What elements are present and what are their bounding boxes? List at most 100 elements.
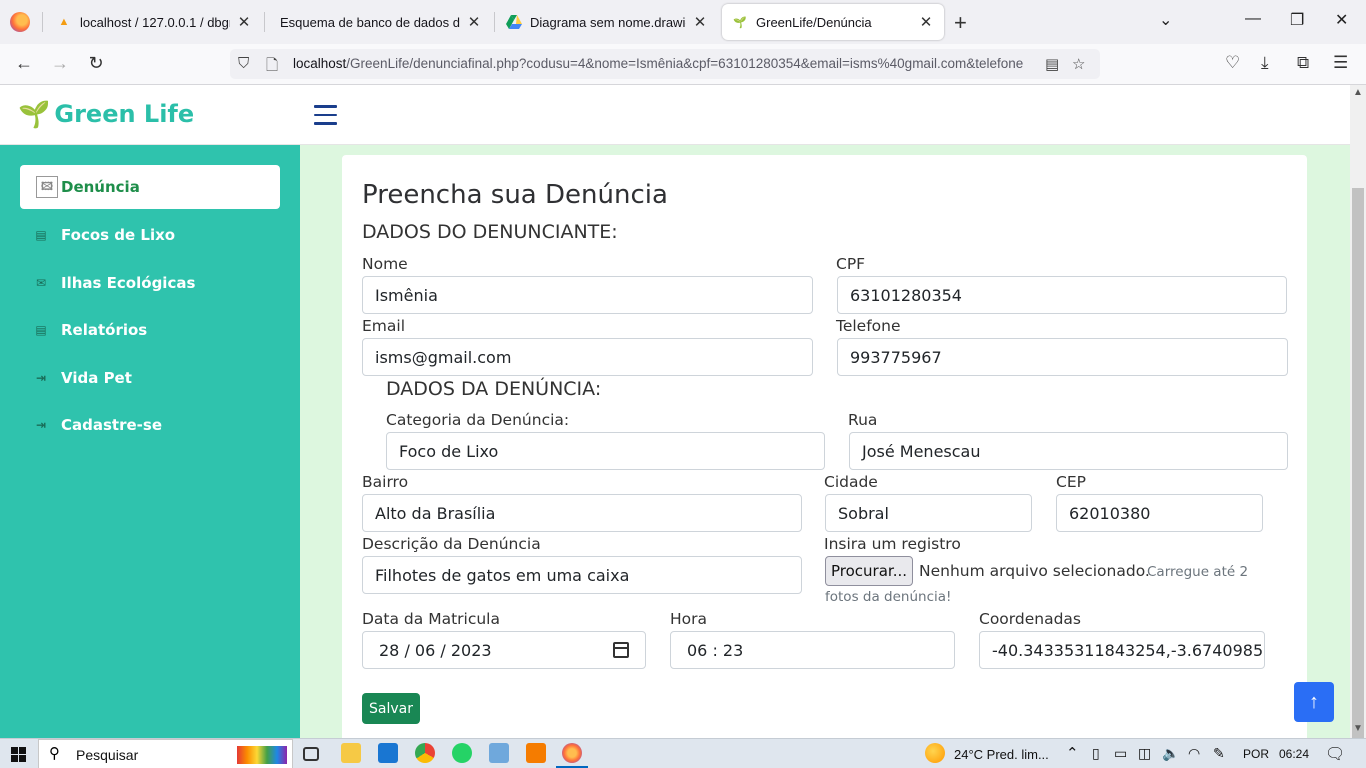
email-label: Email <box>362 317 406 335</box>
window-close-icon[interactable]: ✕ <box>1335 10 1348 30</box>
taskbar-search[interactable]: ⚲ Pesquisar <box>38 739 293 768</box>
close-tab-icon[interactable]: ✕ <box>236 13 252 31</box>
chrome-icon[interactable] <box>415 743 435 763</box>
minimize-icon[interactable]: — <box>1245 10 1261 28</box>
tab-title: localhost / 127.0.0.1 / dbgreenlife <box>80 14 230 30</box>
email-field[interactable]: isms@gmail.com <box>362 338 813 376</box>
sidebar-item-cadastre-se[interactable]: ⇥ Cadastre-se <box>20 403 280 447</box>
section-heading-denunciante: DADOS DO DENUNCIANTE: <box>362 221 618 243</box>
nome-label: Nome <box>362 255 408 273</box>
extensions-icon[interactable]: ⧉ <box>1297 53 1309 73</box>
cpf-field[interactable]: 63101280354 <box>837 276 1287 314</box>
task-view-icon[interactable] <box>303 747 319 761</box>
sidebar-item-focos-de-lixo[interactable]: ▤ Focos de Lixo <box>20 213 280 257</box>
time-field[interactable]: 06 : 23 <box>670 631 955 669</box>
brand-name: Green Life <box>54 100 195 128</box>
firefox-icon[interactable] <box>10 12 30 32</box>
language-indicator[interactable]: POR <box>1243 747 1269 761</box>
telefone-field[interactable]: 993775967 <box>837 338 1288 376</box>
list-icon: ▤ <box>35 228 47 242</box>
tab-title: Diagrama sem nome.drawio - Google Drive <box>530 14 686 30</box>
browser-tab-active[interactable]: 🌱 GreenLife/Denúncia ✕ <box>722 4 944 40</box>
forward-arrow-icon[interactable]: → <box>48 53 72 74</box>
notepad-icon[interactable] <box>489 743 509 763</box>
search-icon: ⚲ <box>49 745 60 762</box>
close-tab-icon[interactable]: ✕ <box>692 13 708 31</box>
file-explorer-icon[interactable] <box>341 743 361 763</box>
close-tab-icon[interactable]: ✕ <box>466 13 482 31</box>
speaker-icon[interactable]: 🔈 <box>1162 745 1179 762</box>
new-tab-icon[interactable]: + <box>954 10 967 36</box>
file-status-text: Nenhum arquivo selecionado. <box>919 562 1150 580</box>
url-bar[interactable]: ⛉ 🗋 localhost/GreenLife/denunciafinal.ph… <box>230 49 1100 79</box>
reload-icon[interactable]: ↻ <box>84 53 108 74</box>
sidebar-item-vida-pet[interactable]: ⇥ Vida Pet <box>20 356 280 400</box>
scroll-to-top-button[interactable]: ↑ <box>1294 682 1334 722</box>
page-scrollbar[interactable]: ▲ ▼ <box>1350 85 1366 748</box>
save-button[interactable]: Salvar <box>362 693 420 724</box>
bookmark-star-icon[interactable]: ☆ <box>1072 55 1085 73</box>
chevron-up-icon[interactable]: ⌃ <box>1066 744 1079 762</box>
brand[interactable]: 🌱 Green Life <box>18 99 194 129</box>
file-browse-button[interactable]: Procurar... <box>825 556 914 586</box>
mail-icon[interactable] <box>378 743 398 763</box>
clock[interactable]: 06:24 <box>1279 747 1309 761</box>
pocket-icon[interactable]: ♡ <box>1225 53 1240 73</box>
categoria-field[interactable]: Foco de Lixo <box>386 432 825 470</box>
sidebar-item-denuncia[interactable]: 🖾 Denúncia <box>20 165 280 209</box>
bairro-field[interactable]: Alto da Brasília <box>362 494 802 532</box>
scroll-up-icon[interactable]: ▲ <box>1353 87 1363 98</box>
pma-icon: ▲ <box>58 16 70 28</box>
pen-icon[interactable]: ✎ <box>1213 745 1225 762</box>
sidebar-item-ilhas-ecologicas[interactable]: ✉ Ilhas Ecológicas <box>20 261 280 305</box>
search-placeholder: Pesquisar <box>76 747 139 763</box>
menu-icon[interactable]: ☰ <box>1333 53 1348 73</box>
coordenadas-label: Coordenadas <box>979 610 1081 628</box>
browser-tab[interactable]: Diagrama sem nome.drawio - Google Drive … <box>496 4 718 40</box>
download-icon[interactable]: ⤓ <box>1261 53 1269 73</box>
descricao-field[interactable]: Filhotes de gatos em uma caixa <box>362 556 802 594</box>
sidebar-item-relatorios[interactable]: ▤ Relatórios <box>20 308 280 352</box>
firefox-taskbar-icon[interactable] <box>562 743 582 763</box>
tab-list-chevron-icon[interactable]: ⌄ <box>1159 10 1172 30</box>
wifi-icon[interactable]: ◠ <box>1188 745 1200 762</box>
sidebar-item-label: Cadastre-se <box>61 416 162 434</box>
network-icon[interactable]: ◫ <box>1138 745 1151 762</box>
scrollbar-thumb[interactable] <box>1352 188 1364 748</box>
page-viewport: 🌱 Green Life 🖾 Denúncia ▤ Focos de Lixo … <box>0 85 1350 738</box>
page-icon: 🗋 <box>266 57 279 74</box>
notifications-icon[interactable]: 🗨 <box>1325 744 1345 764</box>
close-tab-icon[interactable]: ✕ <box>918 13 934 31</box>
url-host: localhost <box>293 56 347 71</box>
reader-view-icon[interactable]: ▤ <box>1045 55 1059 73</box>
url-text[interactable]: localhost/GreenLife/denunciafinal.php?co… <box>293 56 1038 71</box>
phone-link-icon[interactable]: ▯ <box>1092 745 1100 762</box>
sprout-icon: 🌱 <box>733 16 747 29</box>
arrow-up-icon: ↑ <box>1309 690 1319 713</box>
cidade-field[interactable]: Sobral <box>825 494 1032 532</box>
back-arrow-icon[interactable]: ← <box>12 53 36 74</box>
shield-icon[interactable]: ⛉ <box>238 55 249 72</box>
browser-tab[interactable]: ▲ localhost / 127.0.0.1 / dbgreenlife ✕ <box>46 4 262 40</box>
xampp-icon[interactable] <box>526 743 546 763</box>
calendar-icon[interactable] <box>613 642 629 658</box>
battery-icon[interactable]: ▭ <box>1114 745 1127 762</box>
whatsapp-icon[interactable] <box>452 743 472 763</box>
weather-text[interactable]: 24°C Pred. lim... <box>954 747 1049 762</box>
hamburger-menu-icon[interactable] <box>314 105 337 125</box>
scroll-down-icon[interactable]: ▼ <box>1353 723 1363 734</box>
weather-icon[interactable] <box>925 743 945 763</box>
date-field[interactable]: 28 / 06 / 2023 <box>362 631 646 669</box>
nome-field[interactable]: Ismênia <box>362 276 813 314</box>
windows-start-icon[interactable] <box>11 747 26 762</box>
rua-field[interactable]: José Menescau <box>849 432 1288 470</box>
coordenadas-field[interactable]: -40.34335311843254,-3.674098553 <box>979 631 1265 669</box>
cep-field[interactable]: 62010380 <box>1056 494 1263 532</box>
pride-flag-icon <box>237 746 287 764</box>
restore-icon[interactable]: ❐ <box>1290 10 1304 30</box>
upload-help-text: fotos da denúncia! <box>825 589 952 605</box>
cpf-label: CPF <box>836 255 866 273</box>
sidebar-item-label: Ilhas Ecológicas <box>61 274 196 292</box>
browser-tab[interactable]: Esquema de banco de dados dbgreenlife ✕ <box>270 4 492 40</box>
cidade-label: Cidade <box>824 473 878 491</box>
